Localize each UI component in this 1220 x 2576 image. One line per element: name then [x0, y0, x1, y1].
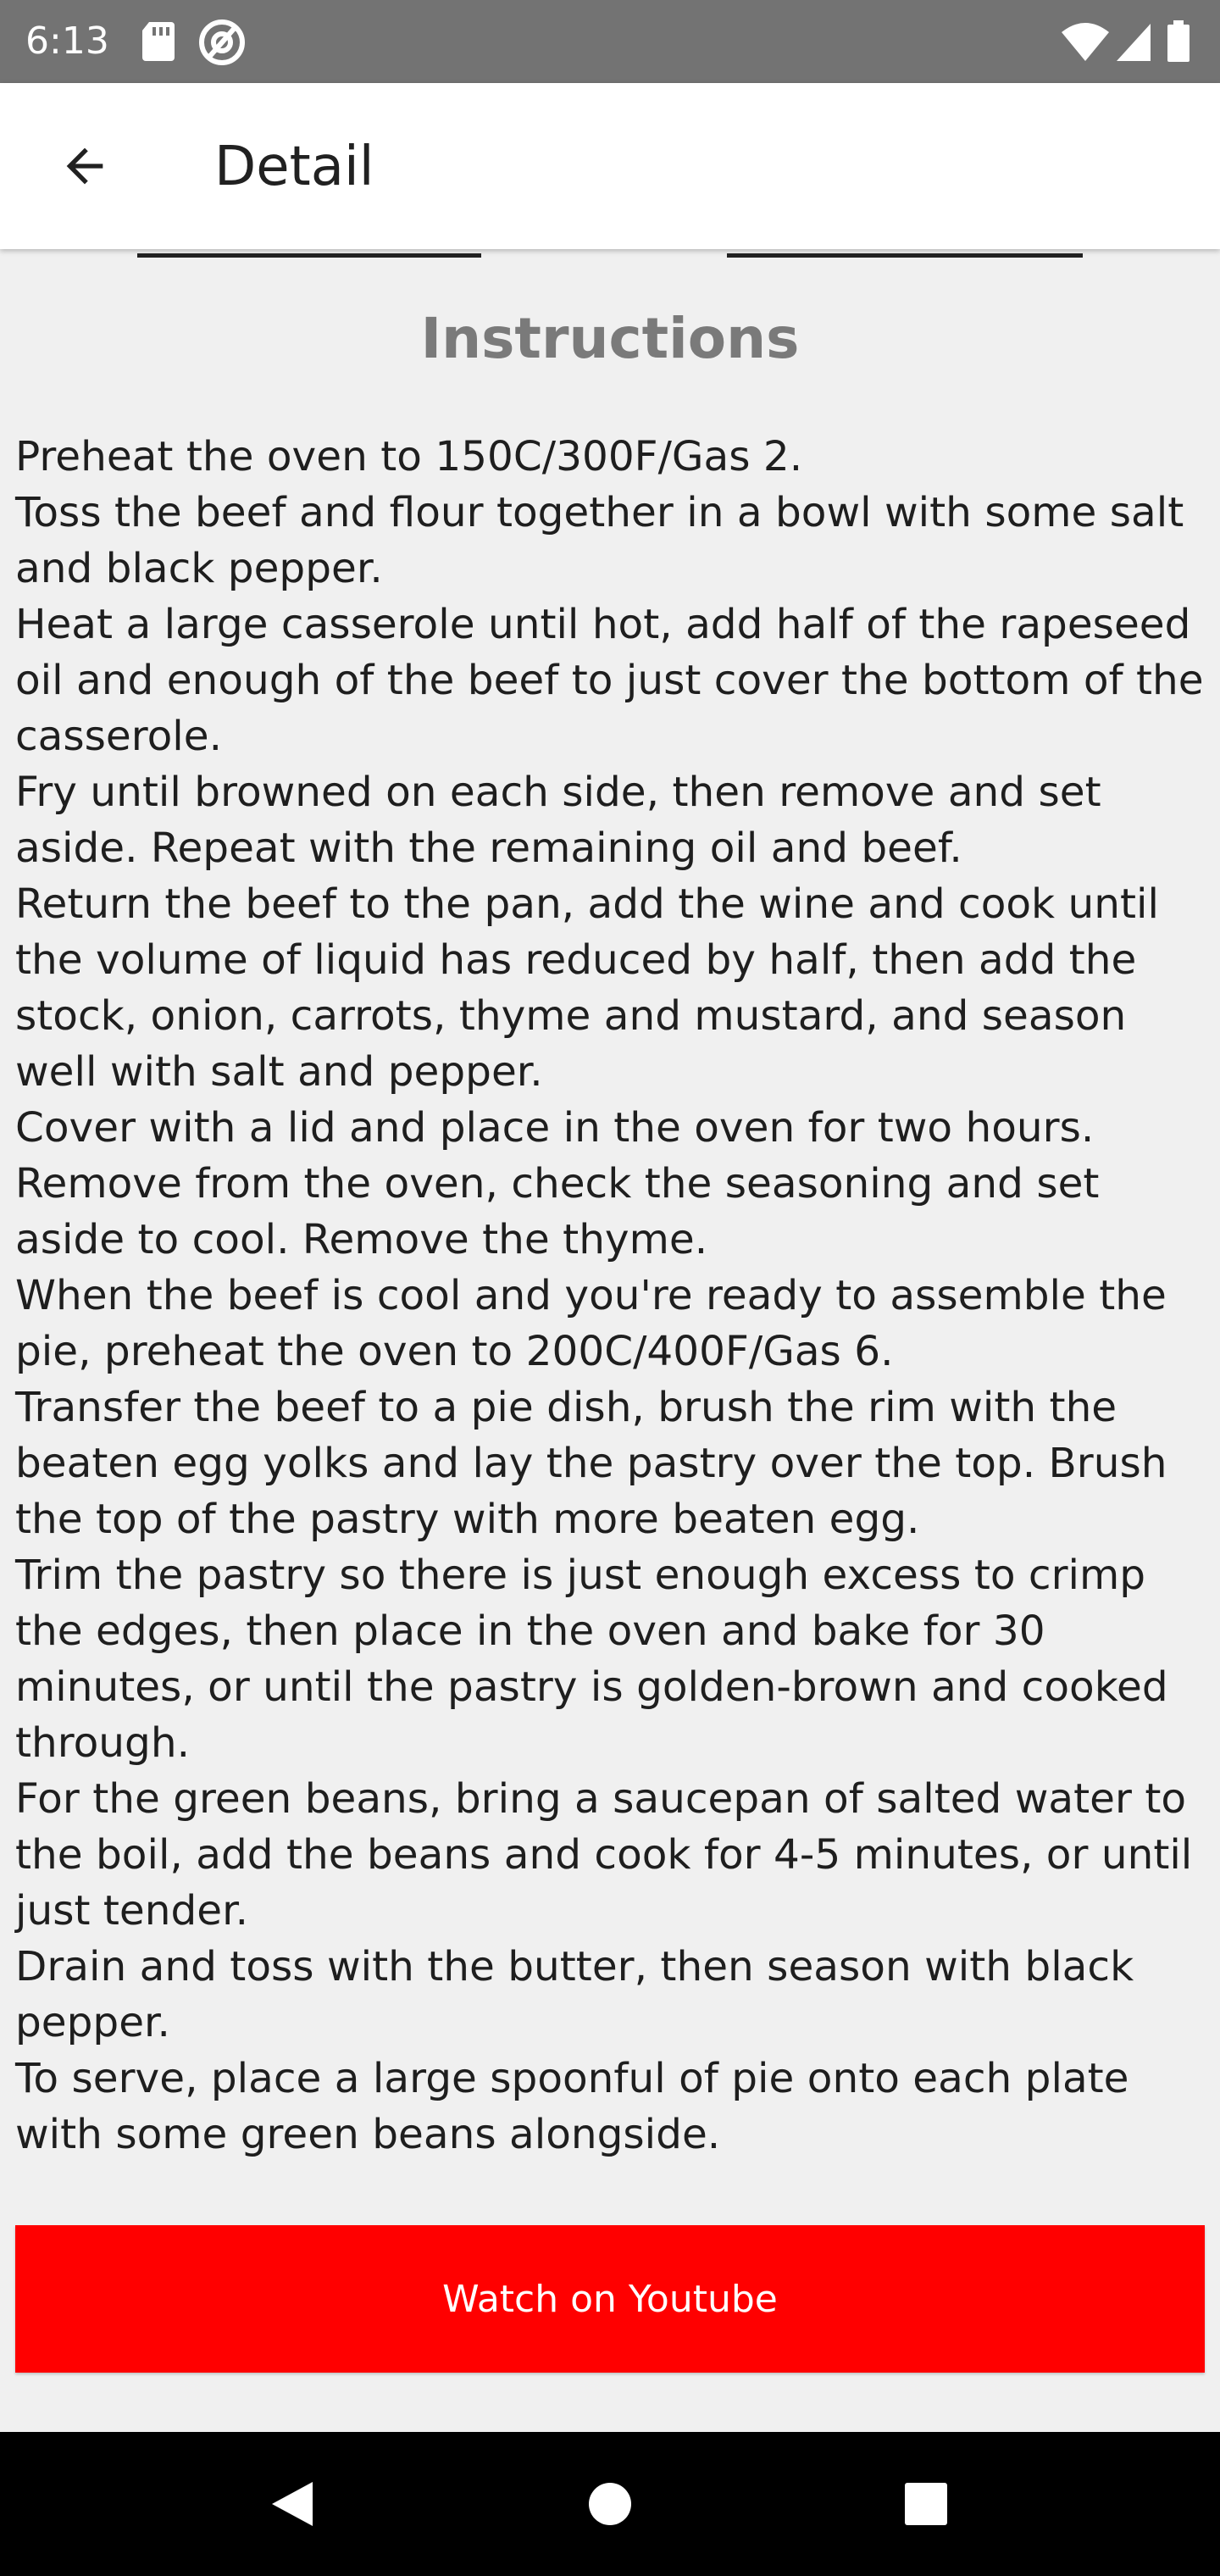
page-title: Detail: [214, 136, 374, 198]
nav-recents-icon: [905, 2483, 947, 2525]
nav-back-icon: [272, 2482, 313, 2526]
app-bar: Detail: [0, 83, 1220, 249]
sd-card-icon: [142, 22, 175, 61]
battery-icon: [1167, 20, 1190, 62]
wifi-icon: [1062, 23, 1109, 61]
back-button[interactable]: [34, 115, 136, 217]
watch-on-youtube-button[interactable]: Watch on Youtube: [15, 2225, 1205, 2373]
left-divider: [137, 253, 481, 258]
right-divider: [727, 253, 1083, 258]
detail-content[interactable]: Instructions Preheat the oven to 150C/30…: [0, 249, 1220, 2432]
nav-recents-button[interactable]: [888, 2466, 964, 2542]
at-sign-icon: [199, 19, 245, 65]
signal-icon: [1117, 24, 1151, 61]
status-time: 6:13: [25, 19, 109, 63]
nav-back-button[interactable]: [254, 2466, 330, 2542]
nav-home-button[interactable]: [572, 2466, 648, 2542]
status-bar: 6:13: [0, 0, 1220, 83]
arrow-left-icon: [66, 147, 103, 185]
navigation-bar: [0, 2432, 1220, 2576]
nav-home-icon: [589, 2483, 631, 2525]
instructions-text: Preheat the oven to 150C/300F/Gas 2. Tos…: [15, 433, 1204, 2158]
instructions-title: Instructions: [420, 306, 800, 371]
